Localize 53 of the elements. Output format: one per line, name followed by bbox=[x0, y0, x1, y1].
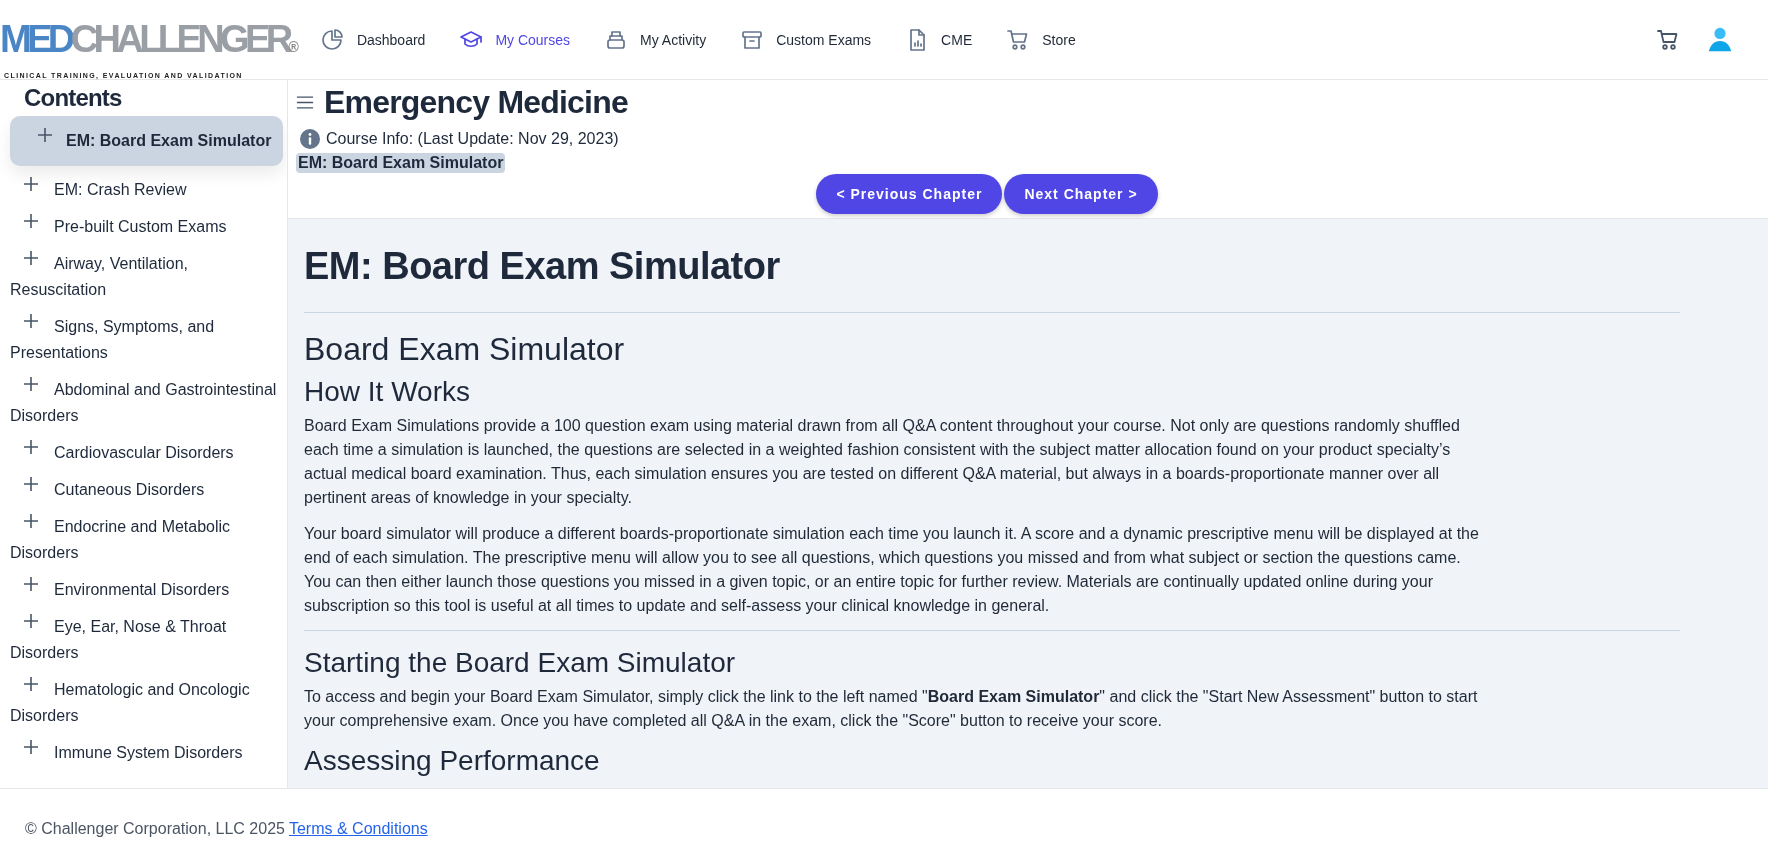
course-title: Emergency Medicine bbox=[324, 84, 628, 121]
section-heading: Assessing Performance bbox=[304, 745, 601, 777]
user-avatar-icon[interactable] bbox=[1706, 25, 1734, 54]
terms-link[interactable]: Terms & Conditions bbox=[288, 819, 428, 838]
sidebar-item[interactable]: Cutaneous Disorders bbox=[10, 472, 283, 509]
plus-icon[interactable] bbox=[24, 477, 38, 491]
plus-icon[interactable] bbox=[24, 251, 38, 265]
copyright-text: © Challenger Corporation, LLC 2025 bbox=[25, 819, 285, 838]
paragraph: To access and begin your Board Exam Simulator, simply click the link to the left named "Board Exam Simulator" and click the "Start New Assessment" button to start your comprehensive exam. Once you have completed all Q&A in the exam, click the "Score" button to receive your score. bbox=[304, 687, 1479, 731]
plus-icon[interactable] bbox=[24, 314, 38, 328]
sidebar-item[interactable]: Endocrine and Metabolic Disorders bbox=[10, 509, 283, 572]
section-heading: How It Works bbox=[304, 376, 471, 408]
chapter-tag: EM: Board Exam Simulator bbox=[296, 153, 506, 173]
nav-link[interactable]: CME bbox=[905, 27, 973, 52]
sidebar-item[interactable]: Airway, Ventilation, Resuscitation bbox=[10, 246, 283, 309]
sidebar-item[interactable]: Immune System Disorders bbox=[10, 735, 283, 772]
plus-icon[interactable] bbox=[24, 614, 38, 628]
sidebar-item[interactable]: Environmental Disorders bbox=[10, 572, 283, 609]
plus-icon[interactable] bbox=[24, 577, 38, 591]
article-title: EM: Board Exam Simulator bbox=[304, 245, 781, 288]
sidebar-item[interactable]: Abdominal and Gastrointestinal Disorders bbox=[10, 372, 283, 435]
sidebar-item[interactable]: Pre-built Custom Exams bbox=[10, 209, 283, 246]
plus-icon[interactable] bbox=[24, 214, 38, 228]
nav-link[interactable]: My Activity bbox=[604, 27, 707, 52]
section-heading: Starting the Board Exam Simulator bbox=[304, 647, 737, 679]
info-icon[interactable] bbox=[300, 129, 320, 149]
cart-icon[interactable] bbox=[1656, 27, 1680, 52]
nav-link[interactable]: Dashboard bbox=[320, 27, 426, 52]
nav-link[interactable]: Custom Exams bbox=[740, 27, 872, 52]
menu-icon[interactable] bbox=[296, 95, 314, 110]
plus-icon[interactable] bbox=[38, 128, 52, 142]
plus-icon[interactable] bbox=[24, 740, 38, 754]
paragraph: Board Exam Simulations provide a 100 question exam using material drawn from all Q&A content throughout your course. Not only are questions randomly shuffled each time a simulation is launched, the questions are selected in a weighted fashion consistent with the subject matter allocation found on your product specialty’s actual medical board examination. Thus, each simulation ensures you are tested on different Q&A material, but always in a boards-proportionate manner over all pertinent areas of knowledge in your specialty. bbox=[304, 416, 1461, 508]
plus-icon[interactable] bbox=[24, 677, 38, 691]
pie-chart-icon bbox=[320, 27, 345, 52]
sidebar-title: Contents bbox=[23, 84, 123, 112]
plus-icon[interactable] bbox=[24, 377, 38, 391]
course-info: Course Info: (Last Update: Nov 29, 2023) bbox=[326, 130, 619, 148]
plus-icon[interactable] bbox=[24, 177, 38, 191]
sidebar-item[interactable]: Hematologic and Oncologic Disorders bbox=[10, 672, 283, 735]
sidebar-item[interactable]: EM: Board Exam Simulator bbox=[10, 116, 283, 166]
sidebar-item[interactable]: Cardiovascular Disorders bbox=[10, 435, 283, 472]
nav-link[interactable]: My Courses bbox=[459, 27, 571, 52]
previous-chapter-button[interactable]: < Previous Chapter bbox=[816, 174, 1003, 214]
next-chapter-button[interactable]: Next Chapter > bbox=[1004, 174, 1158, 214]
sidebar-item[interactable]: Signs, Symptoms, and Presentations bbox=[10, 309, 283, 372]
nav-link[interactable]: Store bbox=[1006, 27, 1076, 52]
paragraph: Your board simulator will produce a different boards-proportionate simulation each time you launch it. A score and a dynamic prescriptive menu will be displayed at the end of each simulation. The prescriptive menu will allow you to see all questions, which questions you missed and from what subject or section the questions came. You can then either launch those questions you missed in a given topic, or an entire topic for further review. Materials are continually updated online during your subscription so this tool is useful at all times to update and self-assess your clinical knowledge in general. bbox=[304, 524, 1480, 616]
sidebar-item[interactable]: Eye, Ear, Nose & Throat Disorders bbox=[10, 609, 283, 672]
plus-icon[interactable] bbox=[24, 514, 38, 528]
plus-icon[interactable] bbox=[24, 440, 38, 454]
section-title: Board Exam Simulator bbox=[304, 331, 626, 368]
sidebar-item[interactable]: EM: Crash Review bbox=[10, 172, 283, 209]
